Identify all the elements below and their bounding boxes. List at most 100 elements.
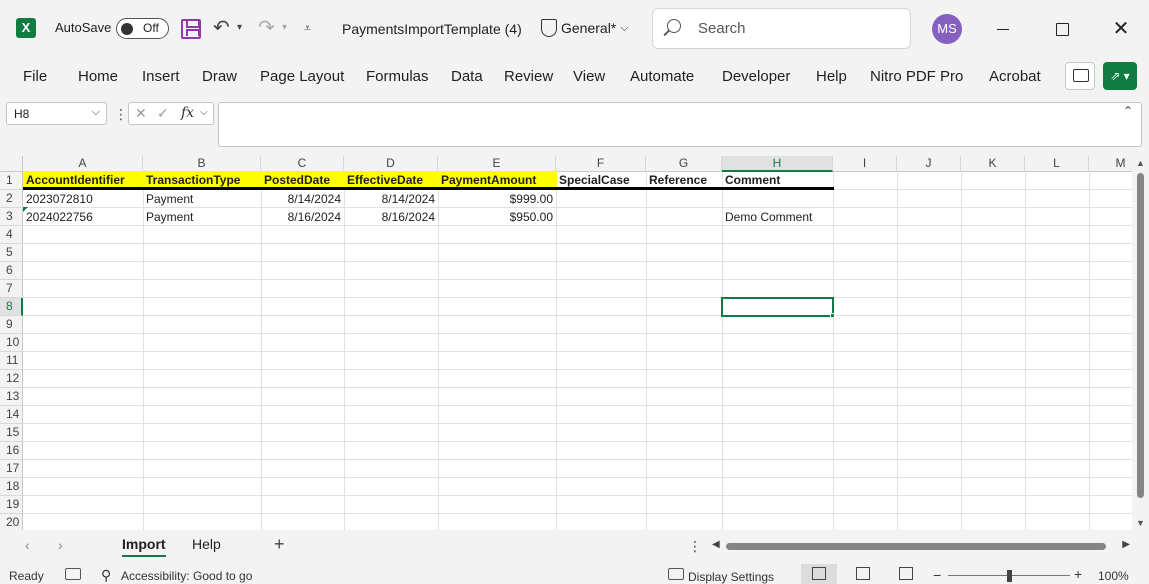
sensitivity-label-button[interactable]: General* ⌵ bbox=[541, 19, 629, 37]
column-header-f[interactable]: F bbox=[556, 156, 646, 172]
row-header[interactable]: 9 bbox=[0, 316, 23, 334]
tab-nitro-pdf-pro[interactable]: Nitro PDF Pro bbox=[870, 68, 963, 85]
row-header[interactable]: 3 bbox=[0, 208, 23, 226]
save-icon[interactable] bbox=[181, 19, 201, 39]
tab-developer[interactable]: Developer bbox=[722, 68, 790, 85]
row-header[interactable]: 20 bbox=[0, 514, 23, 530]
data-cell[interactable]: Demo Comment bbox=[722, 208, 833, 226]
data-cell[interactable]: $999.00 bbox=[438, 190, 556, 208]
zoom-level[interactable]: 100% bbox=[1098, 569, 1129, 583]
data-cell[interactable]: 8/16/2024 bbox=[344, 208, 438, 226]
data-cell[interactable]: 8/16/2024 bbox=[261, 208, 344, 226]
search-input[interactable]: Search bbox=[652, 8, 911, 49]
data-cell[interactable]: 2023072810 bbox=[23, 190, 143, 208]
row-header[interactable]: 19 bbox=[0, 496, 23, 514]
tab-automate[interactable]: Automate bbox=[630, 68, 694, 85]
row-header[interactable]: 5 bbox=[0, 244, 23, 262]
vertical-scrollbar[interactable]: ▲ ▼ bbox=[1132, 156, 1149, 530]
column-header-j[interactable]: J bbox=[897, 156, 961, 172]
fill-handle[interactable] bbox=[830, 313, 835, 318]
zoom-slider-thumb[interactable] bbox=[1007, 570, 1012, 582]
data-cell[interactable]: Payment bbox=[143, 190, 261, 208]
column-header-k[interactable]: K bbox=[961, 156, 1025, 172]
column-header-h[interactable]: H bbox=[722, 156, 833, 172]
horizontal-scroll-thumb[interactable] bbox=[726, 543, 1106, 550]
tab-home[interactable]: Home bbox=[78, 68, 118, 85]
error-indicator-icon[interactable] bbox=[23, 207, 28, 212]
minimize-button[interactable] bbox=[988, 14, 1018, 44]
cancel-icon[interactable]: ✕ bbox=[135, 105, 147, 122]
tab-help[interactable]: Help bbox=[816, 68, 847, 85]
close-button[interactable]: ✕ bbox=[1106, 14, 1136, 44]
display-settings-button[interactable]: Display Settings bbox=[688, 570, 774, 584]
row-header[interactable]: 8 bbox=[0, 298, 23, 316]
horizontal-scrollbar[interactable]: ◀ ▶ bbox=[710, 539, 1130, 553]
more-options-icon[interactable]: ⋮ bbox=[114, 106, 128, 123]
avatar[interactable]: MS bbox=[932, 14, 962, 44]
tab-review[interactable]: Review bbox=[504, 68, 553, 85]
row-header[interactable]: 18 bbox=[0, 478, 23, 496]
tab-formulas[interactable]: Formulas bbox=[366, 68, 429, 85]
sheet-tab-help[interactable]: Help bbox=[192, 536, 221, 552]
insert-function-button[interactable]: fx bbox=[181, 105, 194, 121]
row-header[interactable]: 13 bbox=[0, 388, 23, 406]
row-header[interactable]: 14 bbox=[0, 406, 23, 424]
data-cell[interactable]: 8/14/2024 bbox=[344, 190, 438, 208]
scroll-up-icon[interactable]: ▲ bbox=[1136, 158, 1145, 168]
row-header[interactable]: 11 bbox=[0, 352, 23, 370]
redo-dropdown-icon[interactable]: ▾ bbox=[282, 17, 287, 39]
row-header[interactable]: 17 bbox=[0, 460, 23, 478]
tab-draw[interactable]: Draw bbox=[202, 68, 237, 85]
macro-recording-icon[interactable] bbox=[65, 568, 81, 580]
tab-data[interactable]: Data bbox=[451, 68, 483, 85]
data-cell[interactable]: 2024022756 bbox=[23, 208, 143, 226]
comments-button[interactable] bbox=[1065, 62, 1095, 90]
column-header-a[interactable]: A bbox=[23, 156, 143, 172]
accessibility-icon[interactable]: ⚲ bbox=[101, 567, 111, 584]
vertical-scroll-thumb[interactable] bbox=[1137, 173, 1144, 498]
row-header[interactable]: 2 bbox=[0, 190, 23, 208]
page-break-preview-button[interactable] bbox=[888, 564, 924, 584]
tab-file[interactable]: File bbox=[23, 68, 47, 85]
data-cell[interactable]: 8/14/2024 bbox=[261, 190, 344, 208]
formula-input[interactable]: ⌃ bbox=[218, 102, 1142, 147]
next-sheet-icon[interactable]: › bbox=[58, 537, 63, 553]
more-options-icon[interactable]: ⋮ bbox=[688, 538, 702, 555]
column-header-i[interactable]: I bbox=[833, 156, 897, 172]
redo-icon[interactable]: ↷ bbox=[258, 17, 275, 39]
row-header[interactable]: 1 bbox=[0, 172, 23, 190]
scroll-down-icon[interactable]: ▼ bbox=[1136, 518, 1145, 528]
collapse-formula-bar-icon[interactable]: ⌃ bbox=[1123, 104, 1133, 118]
column-header-g[interactable]: G bbox=[646, 156, 722, 172]
add-sheet-icon[interactable]: + bbox=[274, 534, 285, 555]
worksheet-grid[interactable]: A B C D E F G H I J K L M 1 2 3 4 5 6 7 … bbox=[0, 156, 1132, 530]
row-header[interactable]: 12 bbox=[0, 370, 23, 388]
column-header-b[interactable]: B bbox=[143, 156, 261, 172]
undo-dropdown-icon[interactable]: ▾ bbox=[237, 17, 242, 39]
data-cell[interactable]: Payment bbox=[143, 208, 261, 226]
tab-page-layout[interactable]: Page Layout bbox=[260, 68, 344, 85]
enter-icon[interactable]: ✓ bbox=[157, 105, 169, 122]
column-header-l[interactable]: L bbox=[1025, 156, 1089, 172]
tab-insert[interactable]: Insert bbox=[142, 68, 180, 85]
maximize-button[interactable] bbox=[1047, 14, 1077, 44]
selected-cell[interactable] bbox=[721, 297, 834, 317]
page-layout-view-button[interactable] bbox=[845, 564, 881, 584]
row-header[interactable]: 6 bbox=[0, 262, 23, 280]
row-header[interactable]: 15 bbox=[0, 424, 23, 442]
column-header-d[interactable]: D bbox=[344, 156, 438, 172]
column-header-e[interactable]: E bbox=[438, 156, 556, 172]
display-settings-icon[interactable] bbox=[668, 568, 684, 580]
row-header[interactable]: 7 bbox=[0, 280, 23, 298]
select-all-button[interactable] bbox=[0, 156, 23, 172]
normal-view-button[interactable] bbox=[801, 564, 837, 584]
zoom-in-icon[interactable]: + bbox=[1074, 566, 1082, 582]
row-header[interactable]: 16 bbox=[0, 442, 23, 460]
accessibility-status[interactable]: Accessibility: Good to go bbox=[121, 569, 252, 583]
tab-acrobat[interactable]: Acrobat bbox=[989, 68, 1041, 85]
scroll-left-icon[interactable]: ◀ bbox=[712, 539, 720, 550]
row-header[interactable]: 4 bbox=[0, 226, 23, 244]
customize-toolbar-icon[interactable]: ⩡ bbox=[304, 17, 311, 39]
previous-sheet-icon[interactable]: ‹ bbox=[25, 537, 30, 553]
sheet-tab-import[interactable]: Import bbox=[122, 536, 166, 557]
